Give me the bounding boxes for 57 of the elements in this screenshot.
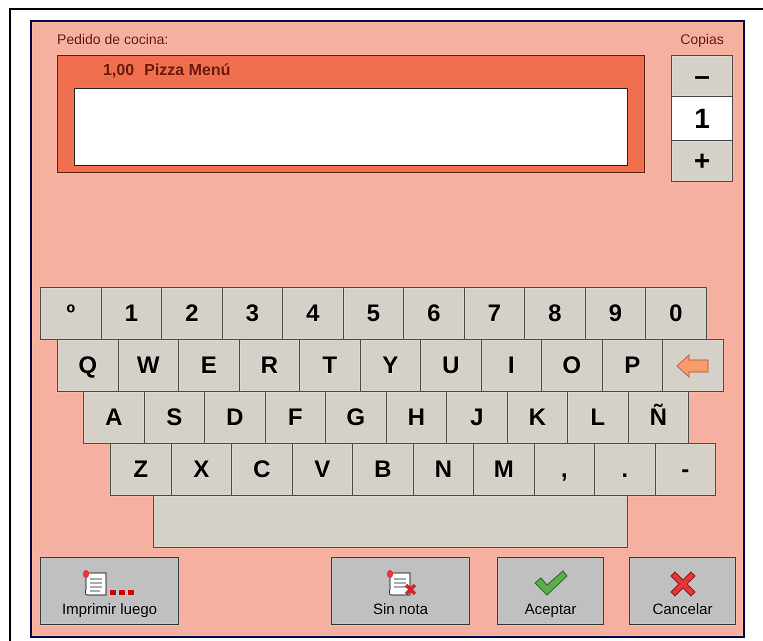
order-label: Pedido de cocina:	[57, 30, 170, 48]
keyboard-key[interactable]: D	[204, 391, 266, 444]
keyboard-key[interactable]: M	[473, 443, 534, 496]
no-note-button[interactable]: Sin nota	[331, 557, 470, 625]
keyboard-key[interactable]: 7	[464, 287, 525, 340]
note-field[interactable]	[74, 88, 628, 166]
keyboard-key[interactable]: 5	[342, 287, 404, 340]
backspace-key[interactable]	[662, 339, 724, 392]
keyboard-key[interactable]: S	[144, 391, 205, 444]
keyboard-key[interactable]: E	[178, 339, 240, 392]
keyboard-key[interactable]: U	[420, 339, 482, 392]
keyboard-key[interactable]: Ñ	[628, 391, 689, 444]
keyboard-key[interactable]: H	[386, 391, 447, 444]
decrease-button[interactable]: –	[671, 55, 733, 97]
keyboard-key[interactable]: .	[594, 443, 656, 496]
keyboard-key[interactable]: 9	[584, 287, 646, 340]
keyboard-key[interactable]: C	[231, 443, 292, 496]
keyboard-key[interactable]: 4	[282, 287, 344, 340]
keyboard-key[interactable]: T	[299, 339, 360, 392]
keyboard-key[interactable]: O	[541, 339, 602, 392]
cancel-button[interactable]: Cancelar	[629, 557, 736, 625]
keyboard-key[interactable]: º	[40, 287, 102, 340]
keyboard-key[interactable]: Y	[360, 339, 421, 392]
keyboard-key[interactable]: I	[480, 339, 542, 392]
order-quantity: 1,00	[103, 62, 134, 81]
keyboard-key[interactable]: F	[264, 391, 326, 444]
keyboard-key[interactable]: 1	[100, 287, 162, 340]
keyboard-key[interactable]: 6	[403, 287, 464, 340]
order-item: Pizza Menú	[144, 62, 230, 81]
keyboard-key[interactable]: X	[170, 443, 232, 496]
left-arrow-icon	[674, 352, 711, 378]
keyboard-key[interactable]: W	[118, 339, 179, 392]
keyboard-key[interactable]: B	[352, 443, 414, 496]
keyboard-key[interactable]: P	[602, 339, 663, 392]
copies-value: 1	[671, 97, 733, 140]
keyboard-key[interactable]: V	[292, 443, 353, 496]
keyboard-key[interactable]: 2	[161, 287, 222, 340]
keyboard-key[interactable]: J	[446, 391, 508, 444]
keyboard-key[interactable]: G	[325, 391, 386, 444]
space-key[interactable]	[153, 495, 628, 548]
increase-button[interactable]: +	[671, 140, 733, 182]
keyboard-key[interactable]: K	[506, 391, 568, 444]
keyboard-key[interactable]: R	[238, 339, 300, 392]
keyboard-key[interactable]: L	[567, 391, 628, 444]
accept-button[interactable]: Aceptar	[497, 557, 604, 625]
copies-label: Copias	[680, 30, 724, 48]
keyboard-key[interactable]: N	[412, 443, 474, 496]
keyboard-key[interactable]: -	[654, 443, 716, 496]
keyboard-key[interactable]: ,	[534, 443, 595, 496]
keyboard-key[interactable]: Q	[57, 339, 118, 392]
print-later-button[interactable]: Imprimir luego	[40, 557, 179, 625]
keyboard-key[interactable]: Z	[110, 443, 172, 496]
keyboard-key[interactable]: 3	[222, 287, 283, 340]
keyboard-key[interactable]: 0	[645, 287, 706, 340]
keyboard-key[interactable]: 8	[524, 287, 586, 340]
keyboard-key[interactable]: A	[83, 391, 144, 444]
close-icon	[668, 569, 698, 599]
